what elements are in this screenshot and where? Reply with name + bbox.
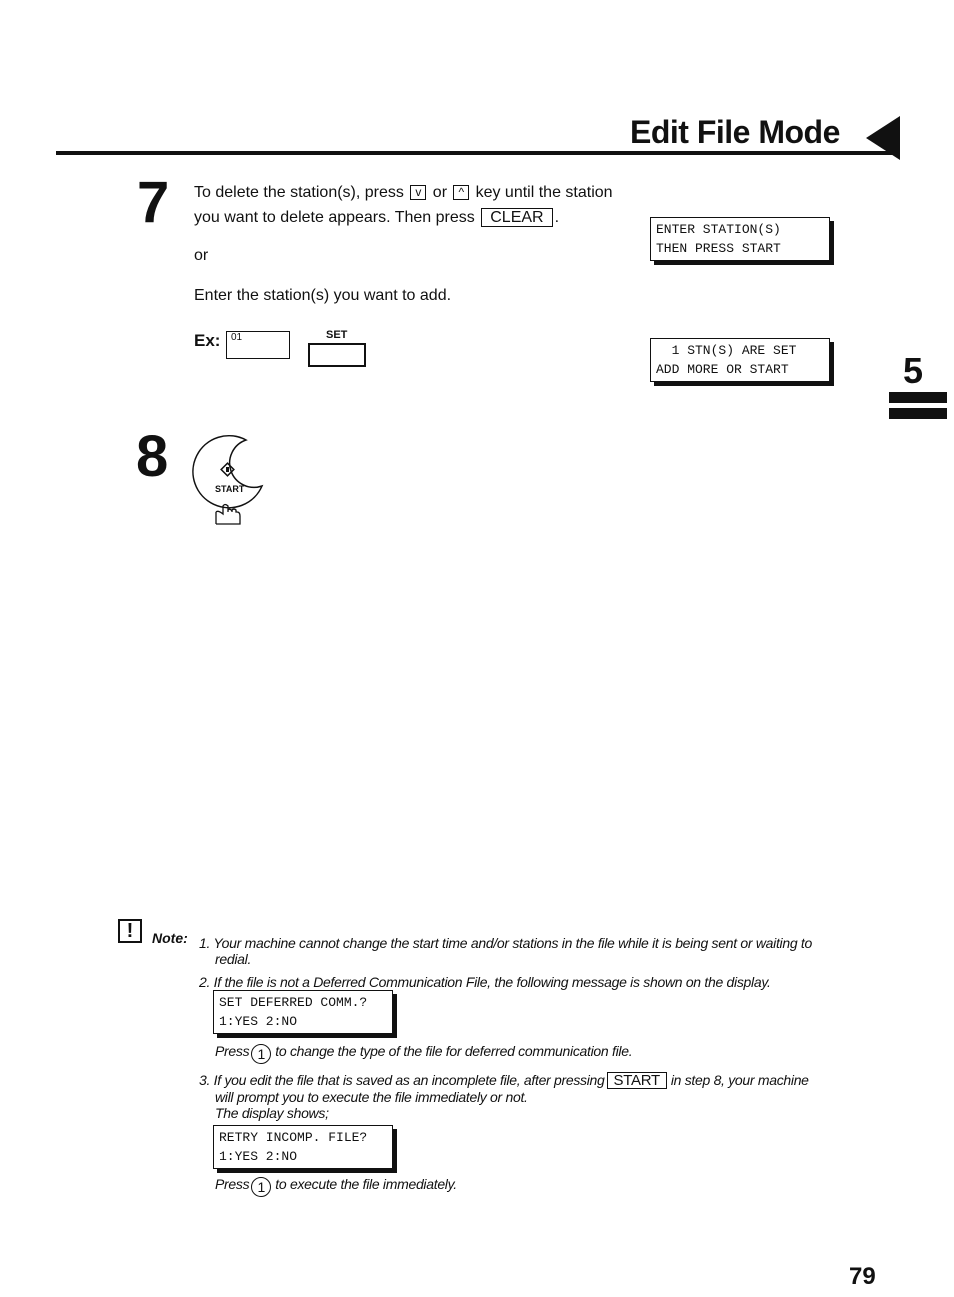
- note-item-text: Your machine cannot change the start tim…: [213, 935, 812, 951]
- note-item-3-press: Press 1 to execute the file immediately.: [215, 1176, 457, 1197]
- set-key: [308, 343, 366, 367]
- header-rule: [56, 151, 900, 155]
- note-item-3-cont: will prompt you to execute the file imme…: [215, 1089, 528, 1105]
- press-suffix: to change the type of the file for defer…: [275, 1043, 633, 1059]
- clear-key: CLEAR: [481, 208, 553, 227]
- step7-text-c: you want to delete appears. Then press: [194, 209, 475, 226]
- start-button-illustration: [192, 435, 264, 525]
- example-input-box: 01: [226, 331, 290, 359]
- start-button-label: START: [215, 484, 245, 494]
- note-item-text-b: in step 8, your machine: [670, 1072, 809, 1088]
- step7-or: or: [194, 247, 209, 264]
- lcd-line-2: 1:YES 2:NO: [219, 1014, 298, 1029]
- lcd-display-retry: RETRY INCOMP. FILE? 1:YES 2:NO: [213, 1125, 393, 1169]
- lcd-line-1: SET DEFERRED COMM.?: [219, 995, 368, 1010]
- example-label: Ex:: [194, 331, 221, 350]
- step7-text-b: key until the station: [475, 184, 613, 201]
- lcd-line-1: ENTER STATION(S): [656, 222, 781, 237]
- note-item-1-cont: redial.: [215, 951, 252, 967]
- note-item-number: 2.: [199, 974, 211, 990]
- note-item-number: 3.: [199, 1072, 211, 1088]
- note-item-2: 2. If the file is not a Deferred Communi…: [199, 974, 771, 991]
- step-number-8: 8: [136, 424, 169, 489]
- lcd-display-deferred: SET DEFERRED COMM.? 1:YES 2:NO: [213, 990, 393, 1034]
- lcd-line-2: 1:YES 2:NO: [219, 1149, 298, 1164]
- page-title: Edit File Mode: [630, 114, 840, 150]
- set-key-label: SET: [326, 329, 348, 341]
- up-key: ^: [453, 185, 470, 200]
- chapter-tab-bar: [889, 408, 947, 419]
- lcd-line-2: ADD MORE OR START: [656, 362, 789, 377]
- note-item-text-a: If you edit the file that is saved as an…: [213, 1072, 605, 1088]
- chapter-number: 5: [903, 350, 924, 391]
- press-prefix: Press: [215, 1176, 250, 1192]
- note-item-3: 3. If you edit the file that is saved as…: [199, 1072, 809, 1089]
- key-1-icon: 1: [251, 1044, 272, 1064]
- step7-text-a: To delete the station(s), press: [194, 184, 404, 201]
- note-item-1: 1. Your machine cannot change the start …: [199, 935, 812, 952]
- press-suffix: to execute the file immediately.: [275, 1176, 457, 1192]
- note-item-2-press: Press 1 to change the type of the file for…: [215, 1043, 633, 1064]
- step7-enter-text: Enter the station(s) you want to add.: [194, 287, 452, 304]
- lcd-line-1: 1 STN(S) ARE SET: [656, 343, 797, 358]
- step7-instruction-line1: To delete the station(s), press v or ^ k…: [194, 180, 613, 205]
- lcd-display-enter-station: ENTER STATION(S) THEN PRESS START: [650, 217, 830, 261]
- lcd-line-2: THEN PRESS START: [656, 241, 781, 256]
- key-1-icon: 1: [251, 1177, 272, 1197]
- step7-or-inline: or: [432, 184, 448, 201]
- note-item-text: If the file is not a Deferred Communicat…: [213, 974, 771, 990]
- lcd-display-stations-set: 1 STN(S) ARE SET ADD MORE OR START: [650, 338, 830, 382]
- down-key: v: [410, 185, 427, 200]
- step7-instruction-line2: you want to delete appears. Then press C…: [194, 205, 559, 230]
- note-item-3-shows: The display shows;: [215, 1105, 329, 1121]
- press-prefix: Press: [215, 1043, 250, 1059]
- step7-period: .: [554, 209, 560, 226]
- chapter-tab-bar: [889, 392, 947, 403]
- page-number: 79: [849, 1263, 876, 1290]
- note-item-number: 1.: [199, 935, 211, 951]
- start-key: START: [606, 1072, 667, 1089]
- note-label: Note:: [152, 930, 188, 946]
- step-number-7: 7: [137, 170, 170, 235]
- lcd-line-1: RETRY INCOMP. FILE?: [219, 1130, 368, 1145]
- caution-icon: !: [118, 919, 142, 943]
